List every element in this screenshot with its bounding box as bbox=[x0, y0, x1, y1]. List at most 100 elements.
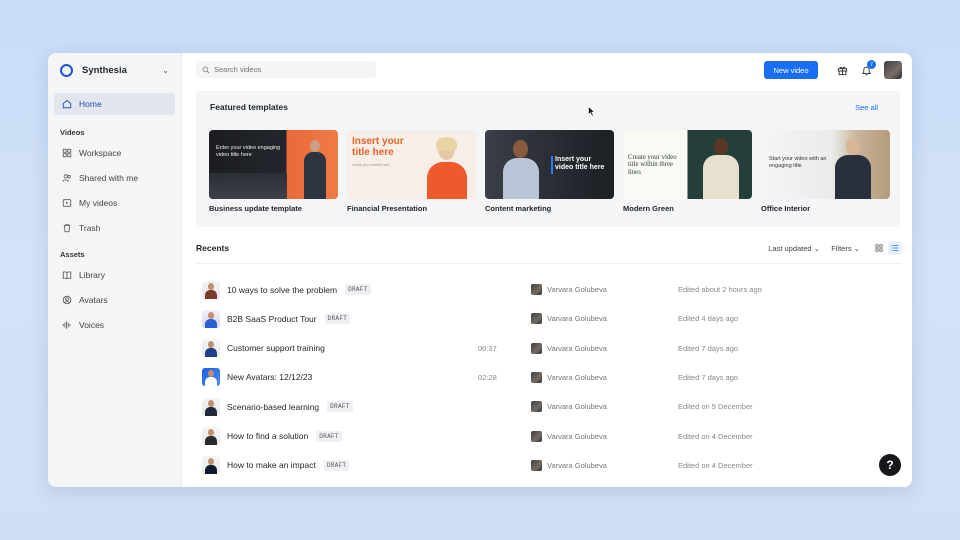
sidebar-item-label: My videos bbox=[79, 198, 118, 208]
sidebar-item-label: Trash bbox=[79, 223, 101, 233]
owner-name: Varvara Golubeva bbox=[547, 372, 607, 382]
table-row[interactable]: Customer support training 00:37 Varvara Go… bbox=[196, 334, 902, 363]
owner-name: Varvara Golubeva bbox=[547, 460, 607, 470]
sidebar-item-label: Workspace bbox=[79, 148, 122, 158]
sidebar-item-home[interactable]: Home bbox=[54, 93, 175, 115]
top-bar: New video 7 bbox=[182, 53, 912, 87]
video-duration: 02:28 bbox=[478, 372, 497, 382]
grid-icon bbox=[62, 148, 72, 158]
video-title[interactable]: Customer support training bbox=[227, 343, 325, 353]
template-card[interactable]: Start your video with an engaging title … bbox=[761, 130, 890, 213]
search-box[interactable] bbox=[196, 61, 376, 78]
sort-dropdown[interactable]: Last updated ⌄ bbox=[768, 244, 820, 253]
avatar-icon bbox=[62, 295, 72, 305]
video-title-cell: 10 ways to solve the problem DRAFT bbox=[227, 284, 371, 295]
draft-badge: DRAFT bbox=[345, 284, 371, 295]
featured-templates: Featured templates See all Enter your vi… bbox=[196, 91, 900, 227]
video-title[interactable]: How to make an impact bbox=[227, 460, 316, 470]
video-thumbnail bbox=[202, 397, 220, 416]
sidebar-item-label: Voices bbox=[79, 320, 105, 330]
video-title-cell: New Avatars: 12/12/23 bbox=[227, 372, 312, 382]
sidebar-item-trash[interactable]: Trash bbox=[54, 217, 175, 239]
sidebar-item-avatars[interactable]: Avatars bbox=[54, 289, 175, 311]
trash-icon bbox=[62, 223, 72, 233]
template-thumb-text: Start your video with an engaging title bbox=[769, 156, 827, 169]
video-title-cell: How to find a solution DRAFT bbox=[227, 430, 342, 442]
edited-time: Edited on 4 December bbox=[678, 431, 753, 441]
sidebar-item-label: Avatars bbox=[79, 295, 108, 305]
search-icon bbox=[202, 66, 210, 74]
search-input[interactable] bbox=[214, 65, 364, 74]
owner-avatar bbox=[531, 401, 542, 413]
gift-icon[interactable] bbox=[836, 64, 848, 76]
draft-badge: DRAFT bbox=[327, 401, 353, 413]
video-thumbnail bbox=[202, 339, 220, 358]
template-card[interactable]: Create your video title within three lin… bbox=[623, 130, 752, 213]
template-thumbnail: Create your video title within three lin… bbox=[623, 130, 752, 199]
table-row[interactable]: How to find a solution DRAFT Varvara Golub… bbox=[196, 422, 902, 451]
list-icon bbox=[891, 245, 899, 251]
template-card[interactable]: Insert your video title here Content mar… bbox=[485, 130, 614, 213]
chevron-down-icon: ⌄ bbox=[813, 244, 820, 253]
video-title[interactable]: How to find a solution bbox=[227, 431, 308, 441]
sidebar-item-label: Shared with me bbox=[79, 173, 139, 183]
video-title[interactable]: Scenario-based learning bbox=[227, 402, 319, 412]
sidebar-item-workspace[interactable]: Workspace bbox=[54, 142, 175, 164]
draft-badge: DRAFT bbox=[324, 313, 351, 325]
workspace-switcher[interactable]: Synthesia ⌄ bbox=[48, 53, 181, 87]
grid-view-toggle[interactable] bbox=[872, 241, 886, 255]
video-thumbnail bbox=[202, 309, 220, 328]
template-name: Financial Presentation bbox=[347, 204, 428, 213]
video-title[interactable]: 10 ways to solve the problem bbox=[227, 285, 337, 295]
sidebar-item-voices[interactable]: Voices bbox=[54, 314, 175, 336]
sidebar-item-label: Home bbox=[79, 99, 102, 109]
owner-avatar bbox=[531, 459, 542, 471]
notification-badge: 7 bbox=[867, 60, 876, 69]
owner-avatar bbox=[531, 430, 542, 442]
edited-time: Edited about 2 hours ago bbox=[678, 285, 762, 294]
table-row[interactable]: 10 ways to solve the problem DRAFT Varvara… bbox=[196, 275, 902, 304]
template-thumbnail: Insert your video title here bbox=[485, 130, 614, 199]
video-title[interactable]: New Avatars: 12/12/23 bbox=[227, 372, 312, 382]
divider bbox=[196, 263, 902, 264]
table-row[interactable]: New Avatars: 12/12/23 02:28 Varvara Golube… bbox=[196, 363, 902, 392]
table-row[interactable]: B2B SaaS Product Tour DRAFT Varvara Golube… bbox=[196, 304, 902, 333]
table-row[interactable]: How to make an impact DRAFT Varvara Golube… bbox=[196, 451, 902, 480]
owner-name: Varvara Golubeva bbox=[547, 343, 607, 353]
filters-dropdown[interactable]: Filters ⌄ bbox=[831, 244, 860, 253]
video-thumbnail bbox=[202, 368, 220, 387]
owner-name: Varvara Golubeva bbox=[547, 431, 607, 441]
template-thumbnail: Insert your title here create your subti… bbox=[347, 130, 476, 199]
template-card[interactable]: Insert your title here create your subti… bbox=[347, 130, 476, 213]
home-icon bbox=[62, 99, 72, 109]
sidebar-item-my-videos[interactable]: My videos bbox=[54, 192, 175, 214]
new-video-button[interactable]: New video bbox=[764, 61, 818, 79]
sidebar: Synthesia ⌄ Home Videos Workspace Shared… bbox=[48, 53, 182, 487]
template-name: Modern Green bbox=[623, 204, 674, 213]
help-button[interactable]: ? bbox=[879, 454, 901, 476]
video-title[interactable]: B2B SaaS Product Tour bbox=[227, 314, 317, 324]
app-window: Synthesia ⌄ Home Videos Workspace Shared… bbox=[48, 53, 912, 487]
list-view-toggle[interactable] bbox=[888, 241, 902, 255]
waveform-icon bbox=[62, 320, 72, 330]
owner-avatar bbox=[531, 342, 542, 354]
videos-section-label: Videos bbox=[60, 127, 85, 137]
book-icon bbox=[62, 270, 72, 280]
template-thumb-text: Insert your video title here bbox=[555, 156, 605, 171]
template-thumb-text: Insert your title here bbox=[352, 136, 404, 158]
template-thumb-text: Create your video title within three lin… bbox=[628, 154, 677, 176]
see-all-link[interactable]: See all bbox=[855, 103, 878, 112]
owner-name: Varvara Golubeva bbox=[547, 402, 607, 412]
sidebar-item-shared-with-me[interactable]: Shared with me bbox=[54, 167, 175, 189]
table-row[interactable]: Scenario-based learning DRAFT Varvara Golu… bbox=[196, 392, 902, 421]
video-title-cell: How to make an impact DRAFT bbox=[227, 459, 350, 471]
video-thumbnail bbox=[202, 456, 220, 475]
main-content: New video 7 Featured templates See all E… bbox=[182, 53, 912, 487]
sort-label: Last updated bbox=[768, 244, 812, 253]
edited-time: Edited 7 days ago bbox=[678, 343, 739, 353]
template-card[interactable]: Enter your video engaging video title he… bbox=[209, 130, 338, 213]
template-name: Office Interior bbox=[761, 204, 811, 213]
sidebar-item-library[interactable]: Library bbox=[54, 264, 175, 286]
user-avatar[interactable] bbox=[884, 61, 902, 79]
template-thumb-subtext: create your subtitle here bbox=[352, 163, 390, 167]
